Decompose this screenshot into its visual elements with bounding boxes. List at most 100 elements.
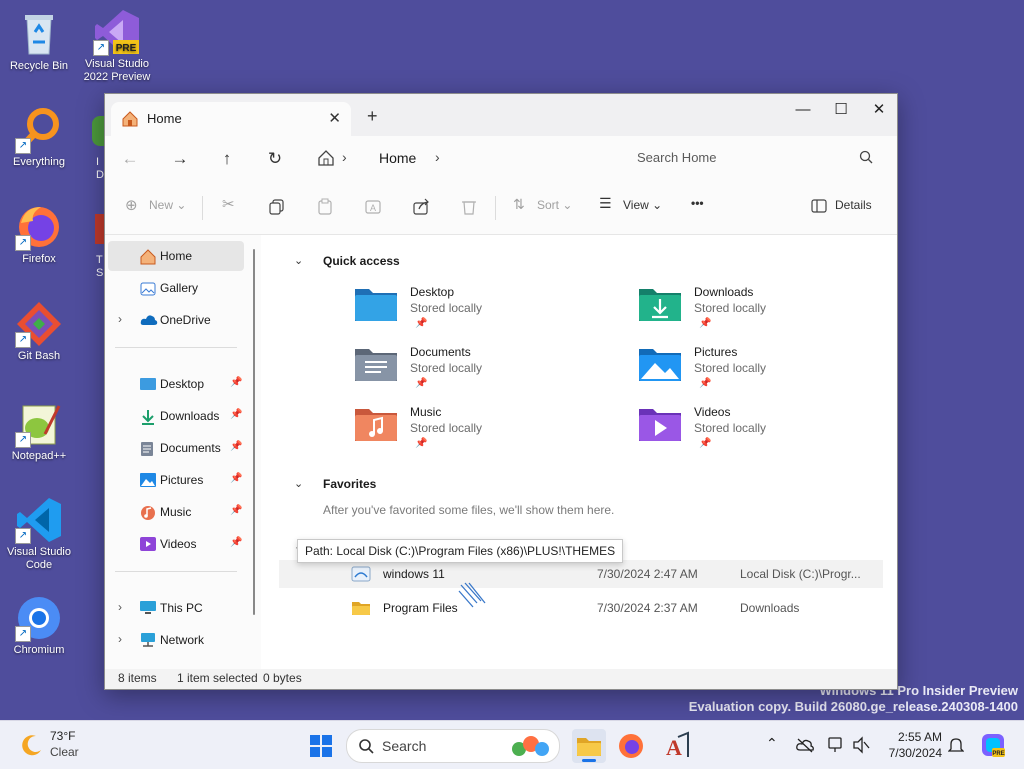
sort-button[interactable]: Sort ⌄ bbox=[537, 198, 572, 212]
desktop-icon-everything[interactable]: ↗ Everything bbox=[0, 106, 78, 169]
content-pane: ⌄ Quick access Desktop Stored locally 📌 … bbox=[261, 235, 897, 669]
expand-chevron-icon[interactable]: › bbox=[118, 600, 122, 614]
new-tab-button[interactable]: + bbox=[367, 106, 378, 127]
taskbar-file-explorer[interactable] bbox=[572, 729, 606, 763]
refresh-button[interactable]: ↻ bbox=[260, 144, 290, 174]
sidebar-item-label: Downloads bbox=[160, 409, 220, 423]
copilot-icon[interactable]: PRE bbox=[980, 732, 1006, 758]
share-icon[interactable] bbox=[413, 198, 430, 215]
this-pc-icon bbox=[140, 601, 156, 614]
cut-icon[interactable]: ✂ bbox=[222, 195, 235, 213]
desktop-icon-notepad-plus-plus[interactable]: ↗ Notepad++ bbox=[0, 400, 78, 463]
breadcrumb-home[interactable]: Home bbox=[379, 150, 416, 166]
favorites-header[interactable]: Favorites bbox=[323, 477, 376, 491]
collapse-chevron-icon[interactable]: ⌄ bbox=[294, 254, 303, 267]
quick-access-item-desktop[interactable]: Desktop Stored locally 📌 bbox=[353, 285, 613, 341]
taskbar-app[interactable]: A bbox=[658, 729, 692, 763]
quick-access-item-downloads[interactable]: Downloads Stored locally 📌 bbox=[637, 285, 897, 341]
minimize-button[interactable]: — bbox=[785, 95, 821, 125]
tab-close-icon[interactable]: ✕ bbox=[328, 109, 341, 127]
back-button[interactable]: ← bbox=[115, 144, 145, 174]
desktop-icon-label: Chromium bbox=[13, 644, 65, 656]
start-button[interactable] bbox=[304, 729, 338, 763]
sidebar-item-label: This PC bbox=[160, 601, 203, 615]
copy-icon[interactable] bbox=[269, 199, 285, 215]
desktop-icon-chromium[interactable]: ↗ Chromium bbox=[0, 594, 78, 657]
tab-title: Home bbox=[147, 111, 182, 126]
sidebar-item-pictures[interactable]: Pictures 📌 bbox=[108, 465, 244, 495]
desktop-icon-firefox[interactable]: ↗ Firefox bbox=[0, 203, 78, 266]
quick-access-status: Stored locally bbox=[410, 301, 483, 315]
view-label: View bbox=[623, 198, 649, 212]
forward-button[interactable]: → bbox=[165, 144, 195, 174]
tab-home[interactable]: Home ✕ bbox=[111, 102, 351, 136]
desktop-icon-vscode[interactable]: ↗ Visual Studio Code bbox=[0, 496, 78, 572]
quick-access-header[interactable]: Quick access bbox=[323, 254, 400, 268]
address-bar[interactable]: › Home › bbox=[309, 141, 614, 175]
sidebar-item-videos[interactable]: Videos 📌 bbox=[108, 529, 244, 559]
expand-chevron-icon[interactable]: › bbox=[118, 312, 122, 326]
status-size: 0 bytes bbox=[263, 671, 302, 685]
file-name: Program Files bbox=[383, 601, 458, 615]
weather-temperature: 73°F bbox=[50, 729, 76, 743]
quick-access-item-pictures[interactable]: Pictures Stored locally 📌 bbox=[637, 345, 897, 401]
delete-icon[interactable] bbox=[461, 198, 477, 215]
sidebar-scrollbar[interactable] bbox=[253, 249, 255, 615]
sidebar-item-home[interactable]: Home bbox=[108, 241, 244, 271]
close-window-button[interactable]: ✕ bbox=[861, 95, 897, 125]
sidebar-item-documents[interactable]: Documents 📌 bbox=[108, 433, 244, 463]
quick-access-name: Pictures bbox=[694, 345, 738, 359]
pin-icon: 📌 bbox=[230, 505, 243, 516]
notification-bell-icon[interactable] bbox=[948, 736, 964, 754]
pin-icon: 📌 bbox=[230, 537, 243, 548]
desktop-icon-visual-studio-preview[interactable]: PRE ↗ Visual Studio 2022 Preview bbox=[78, 8, 156, 84]
shortcut-arrow-icon: ↗ bbox=[15, 235, 31, 251]
cloud-offline-icon[interactable] bbox=[796, 737, 814, 753]
sidebar-item-downloads[interactable]: Downloads 📌 bbox=[108, 401, 244, 431]
volume-status-icon[interactable] bbox=[852, 736, 870, 754]
search-highlight-icon bbox=[512, 736, 549, 756]
taskbar-firefox[interactable] bbox=[614, 729, 648, 763]
details-button[interactable]: Details bbox=[835, 198, 872, 212]
sidebar-item-onedrive[interactable]: › OneDrive bbox=[108, 305, 244, 335]
sidebar-item-desktop[interactable]: Desktop 📌 bbox=[108, 369, 244, 399]
quick-access-status: Stored locally bbox=[694, 421, 767, 435]
sidebar-item-network[interactable]: › Network bbox=[108, 625, 244, 655]
recent-file-row[interactable]: Program Files 7/30/2024 2:37 AM Download… bbox=[279, 594, 883, 622]
expand-chevron-icon[interactable]: › bbox=[118, 632, 122, 646]
sidebar-item-this-pc[interactable]: › This PC bbox=[108, 593, 244, 623]
search-box[interactable]: Search Home bbox=[625, 141, 883, 175]
pin-icon: 📌 bbox=[230, 377, 243, 388]
paste-icon[interactable] bbox=[317, 198, 333, 215]
view-button[interactable]: View ⌄ bbox=[623, 198, 662, 212]
sidebar-item-label: Documents bbox=[160, 441, 221, 455]
taskbar-search[interactable]: Search bbox=[346, 729, 560, 763]
more-options-button[interactable]: ••• bbox=[691, 196, 704, 210]
network-status-icon[interactable] bbox=[828, 736, 846, 754]
up-button[interactable]: ↑ bbox=[212, 144, 242, 174]
desktop-icon-label: Firefox bbox=[22, 253, 56, 265]
desktop-icon-recycle-bin[interactable]: Recycle Bin bbox=[0, 10, 78, 73]
path-tooltip: Path: Local Disk (C:)\Program Files (x86… bbox=[297, 539, 624, 563]
desktop-icon-git-bash[interactable]: ↗ Git Bash bbox=[0, 300, 78, 363]
toolbar-divider bbox=[202, 196, 203, 220]
file-location: Local Disk (C:)\Progr... bbox=[740, 567, 861, 581]
breadcrumb-chevron-icon[interactable]: › bbox=[435, 149, 440, 165]
file-date: 7/30/2024 2:37 AM bbox=[597, 601, 698, 615]
desktop-icon-label: Notepad++ bbox=[11, 450, 67, 462]
quick-access-item-videos[interactable]: Videos Stored locally 📌 bbox=[637, 405, 897, 461]
rename-icon[interactable]: A bbox=[365, 198, 381, 215]
recent-file-row[interactable]: windows 11 7/30/2024 2:47 AM Local Disk … bbox=[279, 560, 883, 588]
taskbar-clock[interactable]: 2:55 AM 7/30/2024 bbox=[884, 729, 942, 761]
new-button[interactable]: New ⌄ bbox=[149, 198, 186, 212]
quick-access-item-music[interactable]: Music Stored locally 📌 bbox=[353, 405, 613, 461]
svg-text:PRE: PRE bbox=[116, 43, 137, 54]
sidebar-item-music[interactable]: Music 📌 bbox=[108, 497, 244, 527]
search-placeholder: Search Home bbox=[637, 150, 717, 165]
tray-overflow-chevron-icon[interactable]: ⌃ bbox=[766, 735, 778, 752]
search-icon bbox=[859, 150, 873, 164]
sidebar-item-gallery[interactable]: Gallery bbox=[108, 273, 244, 303]
maximize-button[interactable]: ☐ bbox=[823, 95, 859, 125]
collapse-chevron-icon[interactable]: ⌄ bbox=[294, 477, 303, 490]
quick-access-item-documents[interactable]: Documents Stored locally 📌 bbox=[353, 345, 613, 401]
